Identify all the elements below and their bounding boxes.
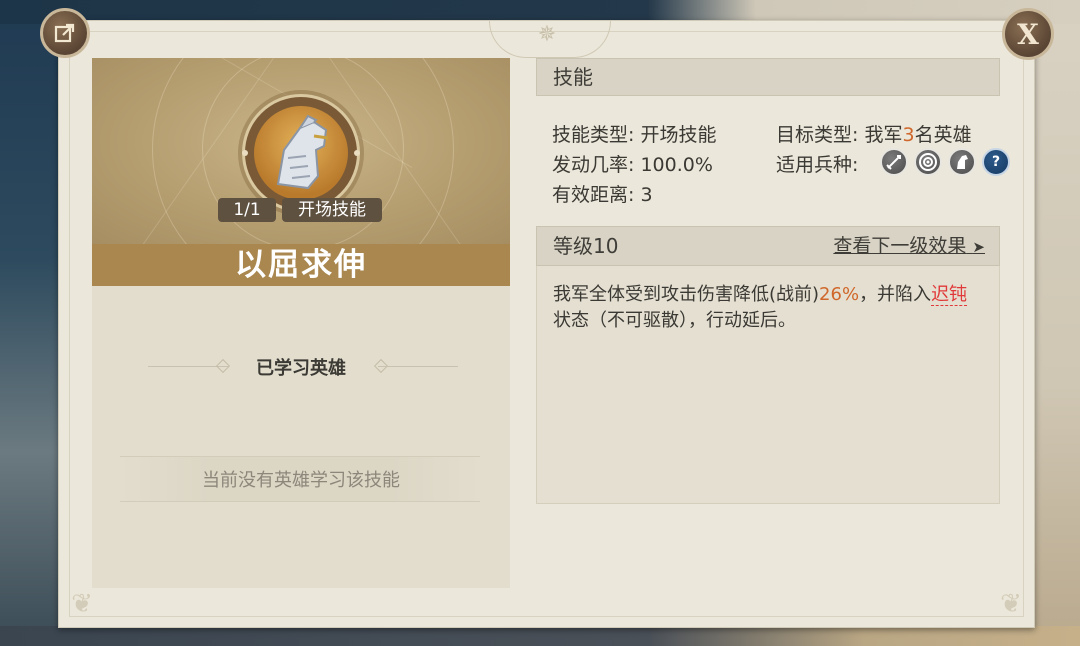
range-value: 3 <box>640 184 653 206</box>
arrow-right-icon: ➤ <box>972 238 985 256</box>
target-type-row: 目标类型: 我军3名英雄 <box>776 120 972 147</box>
close-button[interactable]: X <box>1002 8 1054 60</box>
skill-section-header: 技能 <box>536 58 1000 96</box>
rate-label: 发动几率: <box>552 154 635 176</box>
corner-flourish-icon: ❦ <box>71 589 93 619</box>
skill-type-tag: 开场技能 <box>282 198 382 222</box>
skill-description: 我军全体受到攻击伤害降低(战前)26%，并陷入迟钝状态（不可驱散），行动延后。 <box>553 282 973 334</box>
divider <box>378 366 458 367</box>
target-suffix: 名英雄 <box>914 124 972 146</box>
next-level-link[interactable]: 查看下一级效果 ➤ <box>833 227 985 266</box>
share-button[interactable] <box>40 8 90 58</box>
skill-type-value: 开场技能 <box>640 124 717 146</box>
share-icon <box>54 23 75 43</box>
skill-icon-frame[interactable] <box>242 94 360 212</box>
skill-card: 1/1 开场技能 以屈求伸 已学习英雄 当前没有英雄学习该技能 <box>92 58 510 588</box>
level-section-header: 等级10 查看下一级效果 ➤ <box>536 226 1000 266</box>
rate-row: 发动几率: 100.0% <box>552 150 713 177</box>
ornament-star-icon: ✵ <box>537 22 557 47</box>
empty-learned-text: 当前没有英雄学习该技能 <box>202 470 400 491</box>
target-count: 3 <box>902 124 915 146</box>
skill-type-row: 技能类型: 开场技能 <box>552 120 716 147</box>
range-row: 有效距离: 3 <box>552 180 653 207</box>
skill-card-header: 1/1 开场技能 <box>92 58 510 244</box>
frame-stud <box>354 150 360 156</box>
next-level-label: 查看下一级效果 <box>833 235 967 257</box>
desc-part2: ，并陷入 <box>859 284 932 305</box>
rate-value: 100.0% <box>640 154 713 176</box>
skill-description-box: 我军全体受到攻击伤害降低(战前)26%，并陷入迟钝状态（不可驱散），行动延后。 <box>536 266 1000 504</box>
range-label: 有效距离: <box>552 184 635 206</box>
desc-part1: 我军全体受到攻击伤害降低(战前) <box>553 284 820 305</box>
skill-icon <box>254 106 348 200</box>
target-icon[interactable] <box>914 148 942 176</box>
target-prefix: 我军 <box>864 124 903 146</box>
status-effect-link[interactable]: 迟钝 <box>931 284 968 306</box>
skill-type-label: 技能类型: <box>552 124 635 146</box>
sword-icon[interactable] <box>880 148 908 176</box>
close-icon: X <box>1017 17 1039 51</box>
unit-type-label: 适用兵种: <box>776 154 859 176</box>
desc-value: 26% <box>819 284 860 305</box>
corner-flourish-icon: ❦ <box>1000 589 1022 619</box>
skill-name: 以屈求伸 <box>92 244 510 286</box>
desc-part3: 状态（不可驱散），行动延后。 <box>553 310 796 331</box>
help-icon[interactable]: ? <box>982 148 1010 176</box>
horse-icon[interactable] <box>948 148 976 176</box>
frame-stud <box>242 150 248 156</box>
background-bottom <box>0 626 1080 646</box>
skill-count-tag: 1/1 <box>218 198 276 222</box>
target-type-label: 目标类型: <box>776 124 859 146</box>
learned-heroes-title: 已学习英雄 <box>256 358 346 379</box>
skill-level: 等级10 <box>553 234 619 258</box>
armored-horse-icon <box>276 114 329 190</box>
